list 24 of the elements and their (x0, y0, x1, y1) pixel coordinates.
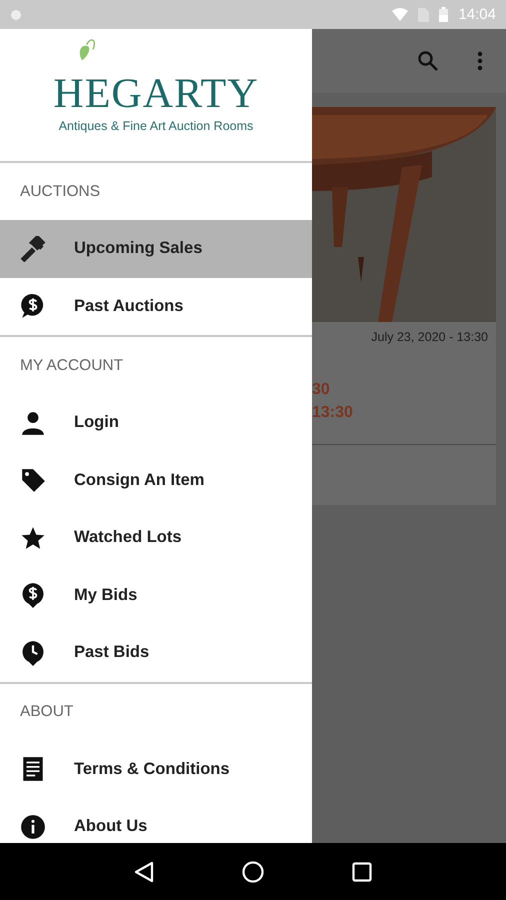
star-icon (20, 524, 46, 551)
search-icon[interactable] (417, 50, 439, 72)
clock-pin-icon (20, 640, 46, 666)
battery-icon (439, 7, 448, 22)
gavel-icon (20, 236, 46, 262)
more-options-icon[interactable] (477, 51, 483, 71)
info-icon (20, 814, 46, 840)
dollar-pin-icon (20, 582, 46, 608)
sale-time: 30 (312, 380, 331, 400)
tag-icon (20, 467, 46, 494)
logo-tagline: Antiques & Fine Art Auction Rooms (58, 119, 254, 133)
sale-time: 13:30 (312, 403, 354, 423)
logo-name: HEGARTY (53, 73, 259, 115)
wifi-icon (392, 8, 408, 21)
section-header: ABOUT (19, 702, 74, 722)
back-icon[interactable] (134, 860, 154, 882)
home-icon[interactable] (242, 860, 264, 882)
person-icon (20, 410, 46, 436)
recents-icon[interactable] (352, 862, 372, 882)
section-header: AUCTIONS (19, 182, 102, 202)
dollar-bubble-icon (20, 293, 46, 320)
menu-item[interactable]: Upcoming Sales (0, 220, 312, 278)
sale-date: July 23, 2020 - 13:30 (370, 329, 489, 344)
section-header: MY ACCOUNT (19, 356, 124, 376)
